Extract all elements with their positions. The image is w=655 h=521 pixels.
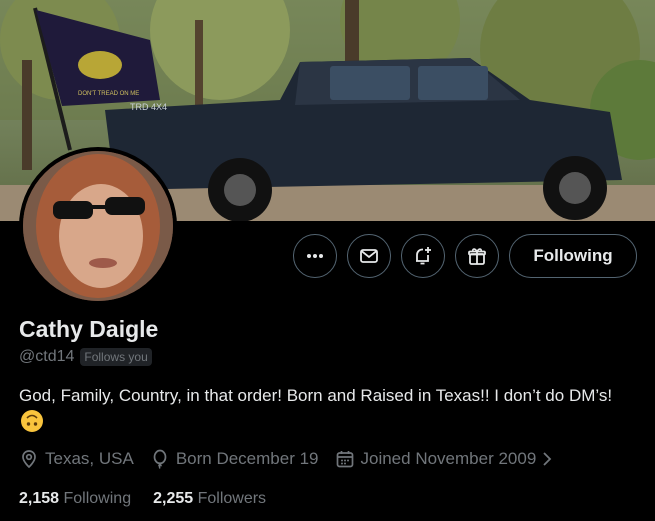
location-text: Texas, USA	[45, 449, 134, 468]
truck-badge: TRD 4X4	[130, 102, 167, 112]
bell-plus-icon	[416, 247, 431, 265]
gift-icon	[468, 248, 486, 265]
chevron-right-icon	[543, 452, 552, 466]
location-item: Texas, USA	[19, 449, 134, 469]
user-handle: @ctd14	[19, 348, 75, 365]
following-link[interactable]: 2,158 Following	[19, 490, 131, 508]
location-pin-icon	[22, 450, 36, 469]
following-button[interactable]: Following	[509, 234, 637, 278]
birthday-item: Born December 19	[150, 449, 319, 469]
joined-item[interactable]: Joined November 2009	[335, 449, 561, 469]
gift-button[interactable]	[455, 234, 499, 278]
upside-down-face-emoji	[21, 410, 43, 432]
avatar[interactable]	[19, 147, 177, 305]
follow-stats: 2,158 Following 2,255 Followers	[19, 490, 288, 508]
handle-row: @ctd14 Follows you	[19, 348, 152, 366]
birthday-text: Born December 19	[175, 449, 319, 468]
followers-link[interactable]: 2,255 Followers	[153, 490, 266, 508]
profile-meta: Texas, USA Born December 19 Joined Novem…	[19, 449, 576, 469]
notify-button[interactable]	[401, 234, 445, 278]
flag-text: DON'T TREAD ON ME	[78, 91, 139, 97]
following-count: 2,158	[19, 490, 60, 507]
followers-count: 2,255	[153, 490, 194, 507]
bio-text: God, Family, Country, in that order! Bor…	[19, 386, 613, 405]
follows-you-badge: Follows you	[80, 348, 152, 366]
joined-text: Joined November 2009	[360, 449, 537, 468]
more-icon	[307, 254, 323, 258]
message-button[interactable]	[347, 234, 391, 278]
avatar-photo	[23, 151, 173, 301]
bio: God, Family, Country, in that order! Bor…	[19, 383, 639, 435]
more-button[interactable]	[293, 234, 337, 278]
following-label: Following	[63, 490, 132, 507]
calendar-icon	[336, 451, 353, 468]
balloon-icon	[153, 449, 167, 469]
mail-icon	[360, 249, 378, 263]
followers-label: Followers	[197, 490, 267, 507]
display-name: Cathy Daigle	[19, 316, 159, 342]
